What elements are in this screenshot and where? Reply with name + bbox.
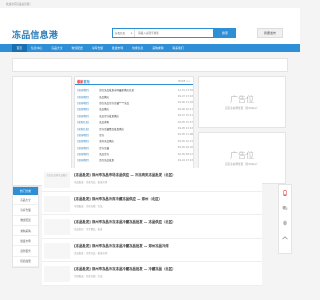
search-input[interactable] xyxy=(135,29,213,37)
more-link[interactable]: MORE >> xyxy=(178,80,190,83)
feed-item[interactable]: [冻品批发] 郑州市冻品冷冻冻品冷藏冻品批发 — 郑州冻品冷库 冻品批发 · 冷… xyxy=(42,238,262,262)
feed-title[interactable]: [冻品批发] 郑州市冻品市场冻品供应 — 冷冻肉类冻品批发（北区） xyxy=(74,172,176,177)
nav-item[interactable]: 批发市场 xyxy=(107,44,127,52)
ad-size: 首页主右侧位置（宽300px） xyxy=(224,163,260,166)
feed-meta: 冷链配送 · 冷库仓储 · 冻品 xyxy=(74,204,103,208)
search-category-select[interactable]: 分类信息 ▾ xyxy=(113,29,135,37)
search-box: 分类信息 ▾ xyxy=(112,28,214,38)
top-icon[interactable] xyxy=(281,234,289,242)
nav-item-home[interactable]: 首页 xyxy=(12,44,27,52)
side-item[interactable]: 求购采购 xyxy=(13,226,38,237)
feed-item[interactable]: 冻品信息港冻品图片 [冻品批发] 郑州市冻品市场冻品供应 — 冷冻肉类冻品批发（… xyxy=(42,168,262,192)
ad-title: 广告位 xyxy=(230,95,254,104)
feed-thumbnail xyxy=(44,219,70,235)
nav-item[interactable]: 信息中心 xyxy=(27,44,47,52)
search-select-label: 分类信息 xyxy=(115,32,126,35)
floating-toolbar xyxy=(278,184,292,254)
list-item[interactable]: [全国地区] 冷库冻品批发 09-04 13:43 xyxy=(77,157,193,163)
site-logo[interactable]: 冻品信息港 xyxy=(12,28,58,41)
nav-item[interactable]: 冷库仓储 xyxy=(87,44,107,52)
side-item[interactable]: 商务服务 xyxy=(13,246,38,257)
feed-meta: 冻品批发 · 冷库冻品 · 批发市场 xyxy=(74,251,108,255)
feed-item[interactable]: [冻品批发] 郑州市冻品冷冻冻品冷藏冻品批发 — 冻品供应（北区） 冻品供应 ·… xyxy=(42,215,262,239)
side-item[interactable]: 冻品大全 xyxy=(13,195,38,206)
nav-item[interactable]: 物流配送 xyxy=(67,44,87,52)
side-category-list: 热门分类 冻品大全 冷库仓储 物流配送 求购采购 批发市场 商务服务 招商加盟 xyxy=(12,186,39,268)
nav-item[interactable]: 联系我们 xyxy=(168,44,188,52)
qq-icon[interactable] xyxy=(281,219,289,227)
listing-feed: 冻品信息港冻品图片 [冻品批发] 郑州市冻品市场冻品供应 — 冷冻肉类冻品批发（… xyxy=(42,168,262,286)
news-title: 最新发布 xyxy=(77,79,90,84)
feed-title[interactable]: [冻品批发] 郑州市冻品冷冻冻品冷藏冻品批发 — 郑州冻品冷库 xyxy=(74,243,169,248)
welcome-text: 欢迎访问冻品信息港！ xyxy=(6,3,32,6)
feed-thumbnail xyxy=(44,242,70,259)
feed-meta: 冻品供应 · 冷冻食品 · 批发 xyxy=(74,228,103,231)
feed-item[interactable]: [冻品批发] 郑州市冻品冷冻冻品冷藏冻品批发 — 冷藏冻品（北区） 冷链配送 ·… xyxy=(42,262,262,286)
top-bar: 欢迎访问冻品信息港！ xyxy=(0,0,300,8)
ad-title: 广告位 xyxy=(230,151,254,160)
nav-item[interactable]: 冻品大全 xyxy=(47,44,67,52)
news-header: 最新发布 MORE >> xyxy=(75,77,193,85)
feed-title[interactable]: [冻品批发] 郑州市冻品冷冻冻品冷藏冻品批发 — 冻品供应（北区） xyxy=(74,219,176,224)
header: 冻品信息港 分类信息 ▾ 搜索 我要发布 xyxy=(0,8,300,44)
feed-item[interactable]: [冻品批发] 郑州市冻品冷库冷藏冻品供应 — 郑州（北区） 冷链配送 · 冷库仓… xyxy=(42,191,262,215)
side-item[interactable]: 物流配送 xyxy=(13,216,38,226)
side-item[interactable]: 冷库仓储 xyxy=(13,205,38,216)
side-list-header: 热门分类 xyxy=(13,187,38,195)
feed-thumbnail xyxy=(44,266,70,282)
search-button[interactable]: 搜索 xyxy=(214,28,236,38)
nav-item[interactable]: 供求信息 xyxy=(128,44,148,52)
ad-size: 首页主右侧位置（宽300px） xyxy=(224,107,260,110)
chevron-down-icon: ▾ xyxy=(130,31,132,35)
feed-title[interactable]: [冻品批发] 郑州市冻品冷库冷藏冻品供应 — 郑州（北区） xyxy=(74,196,162,201)
feed-meta: 冻品批发 · 冷库冻品 · 批发市场 xyxy=(74,181,108,184)
feed-thumbnail xyxy=(44,195,70,212)
wechat-icon[interactable] xyxy=(281,204,289,212)
side-item[interactable]: 批发市场 xyxy=(13,236,38,247)
side-item[interactable]: 招商加盟 xyxy=(13,257,38,268)
nav-item[interactable]: 采购求购 xyxy=(148,44,168,52)
feed-title[interactable]: [冻品批发] 郑州市冻品冷冻冻品冷藏冻品批发 — 冷藏冻品（北区） xyxy=(74,266,176,271)
ad-slot-1[interactable]: 广告位 首页主右侧位置（宽300px） xyxy=(198,76,286,128)
feed-thumbnail: 冻品信息港冻品图片 xyxy=(44,172,70,188)
top-banner-ad[interactable] xyxy=(12,58,288,72)
phone-icon[interactable] xyxy=(281,189,289,197)
feed-meta: 冷链配送 · 冷库仓储 · 冻品 xyxy=(74,275,103,278)
post-button[interactable]: 我要发布 xyxy=(257,28,283,38)
news-list: [全国地区] 冷库冻品批发市场最新供应信息 12-31 21:59 [全国地区] 冻品… xyxy=(77,87,193,164)
main-nav: 首页 信息中心 冻品大全 物流配送 冷库仓储 批发市场 供求信息 采购求购 联系… xyxy=(0,44,300,52)
